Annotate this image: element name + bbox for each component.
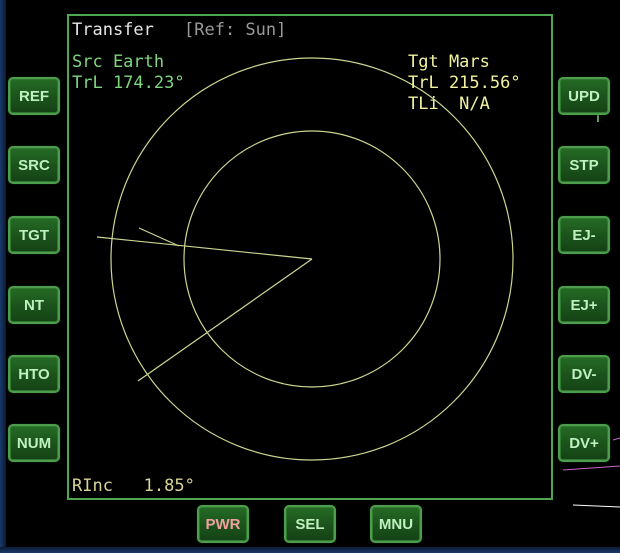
mfd-title: Transfer xyxy=(72,20,154,40)
tgt-button[interactable]: TGT xyxy=(8,216,60,254)
target-intersection-longitude: TLi N/A xyxy=(408,94,490,114)
ej-plus-button[interactable]: EJ+ xyxy=(558,286,610,324)
reference-label: [Ref: Sun] xyxy=(184,20,287,40)
mfd-panel: Transfer [Ref: Sun] Src Earth TrL 174.23… xyxy=(0,0,620,553)
dv-minus-button[interactable]: DV- xyxy=(558,355,610,393)
hto-button[interactable]: HTO xyxy=(8,355,60,393)
target-body-label: Tgt Mars xyxy=(408,52,490,72)
source-body-label: Src Earth xyxy=(72,52,165,72)
num-button[interactable]: NUM xyxy=(8,424,60,462)
src-button[interactable]: SRC xyxy=(8,146,60,184)
relative-inclination: RInc 1.85° xyxy=(72,476,195,496)
panel-left-edge xyxy=(0,0,6,553)
panel-bottom-edge xyxy=(0,547,620,553)
target-position-line xyxy=(137,258,313,382)
source-position-line xyxy=(96,236,313,260)
ej-minus-button[interactable]: EJ- xyxy=(558,216,610,254)
upd-button[interactable]: UPD xyxy=(558,77,610,115)
mnu-button[interactable]: MNU xyxy=(370,505,422,543)
dv-plus-button[interactable]: DV+ xyxy=(558,424,610,462)
nt-button[interactable]: NT xyxy=(8,286,60,324)
pwr-button[interactable]: PWR xyxy=(197,505,249,543)
sel-button[interactable]: SEL xyxy=(284,505,336,543)
source-true-longitude: TrL 174.23° xyxy=(72,73,185,93)
ref-button[interactable]: REF xyxy=(8,77,60,115)
stp-button[interactable]: STP xyxy=(558,146,610,184)
target-true-longitude: TrL 215.56° xyxy=(408,73,521,93)
